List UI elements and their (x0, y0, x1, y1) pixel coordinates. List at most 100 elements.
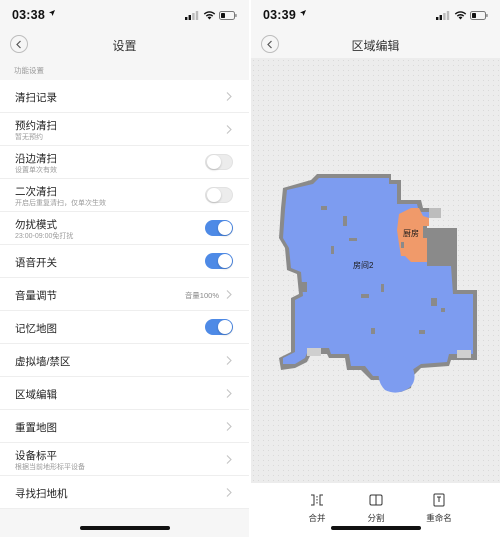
memory-map-toggle[interactable] (205, 319, 233, 335)
split-button[interactable]: 分割 (351, 493, 401, 524)
rename-button[interactable]: 重命名 (414, 493, 464, 524)
chevron-right-icon (226, 389, 232, 398)
merge-icon (311, 494, 323, 506)
wifi-icon (454, 11, 467, 20)
chevron-right-icon (226, 488, 232, 497)
toggle-knob (207, 188, 221, 202)
wifi-icon (203, 11, 216, 20)
battery-icon (219, 11, 237, 20)
battery-icon (470, 11, 488, 20)
row-sublabel: 暂无预约 (15, 134, 43, 141)
location-arrow-icon (300, 10, 306, 16)
settings-screen: 03:38 设置 功能设置 清扫记录 预约清扫 暂无预约 沿边清扫 设置单次有效… (0, 0, 249, 537)
obstacle (343, 216, 347, 226)
status-time: 03:38 (12, 8, 45, 22)
row-sublabel: 设置单次有效 (15, 167, 57, 174)
obstacle (431, 298, 437, 306)
row-label: 重置地图 (15, 422, 57, 434)
nav-bar: 区域编辑 (251, 30, 500, 60)
obstacle (381, 284, 384, 292)
row-virtual-wall[interactable]: 虚拟墙/禁区 (0, 344, 249, 377)
toggle-knob (218, 221, 232, 235)
rename-icon (433, 493, 445, 507)
home-indicator (80, 526, 170, 530)
chevron-right-icon (226, 290, 232, 299)
chevron-right-icon (226, 92, 232, 101)
row-volume[interactable]: 音量调节 音量100% (0, 278, 249, 311)
unexplored-patch (457, 350, 471, 358)
merge-label: 合并 (308, 513, 326, 523)
row-label: 沿边清扫 (15, 153, 57, 165)
location-arrow-icon (49, 10, 55, 16)
section-label: 功能设置 (14, 66, 44, 75)
signal-icon (185, 11, 199, 20)
status-bar: 03:38 (0, 0, 249, 30)
obstacle (301, 282, 307, 292)
row-voice-switch: 语音开关 (0, 245, 249, 278)
chevron-right-icon (226, 422, 232, 431)
chevron-right-icon (226, 455, 232, 464)
chevron-right-icon (226, 125, 232, 134)
row-memory-map: 记忆地图 (0, 311, 249, 344)
edge-cleaning-toggle[interactable] (205, 154, 233, 170)
row-label: 寻找扫地机 (15, 488, 68, 500)
obstacle (401, 242, 404, 248)
rename-label: 重命名 (426, 513, 452, 523)
row-second-cleaning: 二次清扫 开启后重复清扫，仅单次生效 (0, 179, 249, 212)
row-label: 清扫记录 (15, 92, 57, 104)
row-label: 设备标平 (15, 450, 57, 462)
page-title: 区域编辑 (351, 39, 400, 53)
room-2-label: 房间2 (353, 260, 374, 270)
row-scheduled-cleaning[interactable]: 预约清扫 暂无预约 (0, 113, 249, 146)
kitchen-label: 厨房 (403, 228, 419, 238)
split-label: 分割 (367, 513, 385, 523)
status-time: 03:39 (263, 8, 296, 22)
row-area-edit[interactable]: 区域编辑 (0, 377, 249, 410)
row-label: 音量调节 (15, 290, 57, 302)
toggle-knob (207, 155, 221, 169)
row-device-calibration[interactable]: 设备标平 根据当前地形标平设备 (0, 443, 249, 476)
row-cleaning-history[interactable]: 清扫记录 (0, 80, 249, 113)
page-title: 设置 (112, 39, 137, 53)
second-cleaning-toggle[interactable] (205, 187, 233, 203)
toggle-knob (218, 254, 232, 268)
obstacle (361, 294, 369, 298)
toggle-knob (218, 320, 232, 334)
row-label: 记忆地图 (15, 323, 57, 335)
volume-value: 音量100% (184, 291, 219, 300)
settings-list: 清扫记录 预约清扫 暂无预约 沿边清扫 设置单次有效 二次清扫 开启后重复清扫，… (0, 80, 249, 509)
row-label: 虚拟墙/禁区 (15, 356, 71, 368)
do-not-disturb-toggle[interactable] (205, 220, 233, 236)
map-canvas[interactable]: 房间2 厨房 (251, 58, 500, 483)
home-indicator (331, 526, 421, 530)
status-bar: 03:39 (251, 0, 500, 30)
row-find-robot[interactable]: 寻找扫地机 (0, 476, 249, 509)
chevron-right-icon (226, 356, 232, 365)
row-do-not-disturb: 勿扰模式 23:00-09:00免打扰 (0, 212, 249, 245)
row-label: 预约清扫 (15, 120, 57, 132)
row-label: 勿扰模式 (15, 219, 57, 231)
row-sublabel: 23:00-09:00免打扰 (15, 233, 74, 240)
merge-button[interactable]: 合并 (292, 493, 342, 524)
split-icon (369, 494, 383, 506)
signal-icon (436, 11, 450, 20)
obstacle (331, 246, 334, 254)
area-edit-screen: 03:39 区域编辑 房间2 厨房 合并 分割 重命名 (251, 0, 500, 537)
voice-switch-toggle[interactable] (205, 253, 233, 269)
obstacle (441, 308, 445, 312)
obstacle (349, 238, 357, 241)
obstacle (321, 206, 327, 210)
row-label: 区域编辑 (15, 389, 57, 401)
unexplored-patch (307, 348, 321, 356)
nav-bar: 设置 (0, 30, 249, 60)
row-reset-map[interactable]: 重置地图 (0, 410, 249, 443)
row-label: 语音开关 (15, 257, 57, 269)
row-edge-cleaning: 沿边清扫 设置单次有效 (0, 146, 249, 179)
obstacle (419, 330, 425, 334)
floor-map: 房间2 厨房 (279, 174, 477, 393)
row-sublabel: 开启后重复清扫，仅单次生效 (15, 200, 106, 207)
unexplored-patch (429, 208, 441, 218)
row-label: 二次清扫 (15, 186, 57, 198)
row-sublabel: 根据当前地形标平设备 (15, 464, 85, 471)
obstacle (371, 328, 375, 334)
